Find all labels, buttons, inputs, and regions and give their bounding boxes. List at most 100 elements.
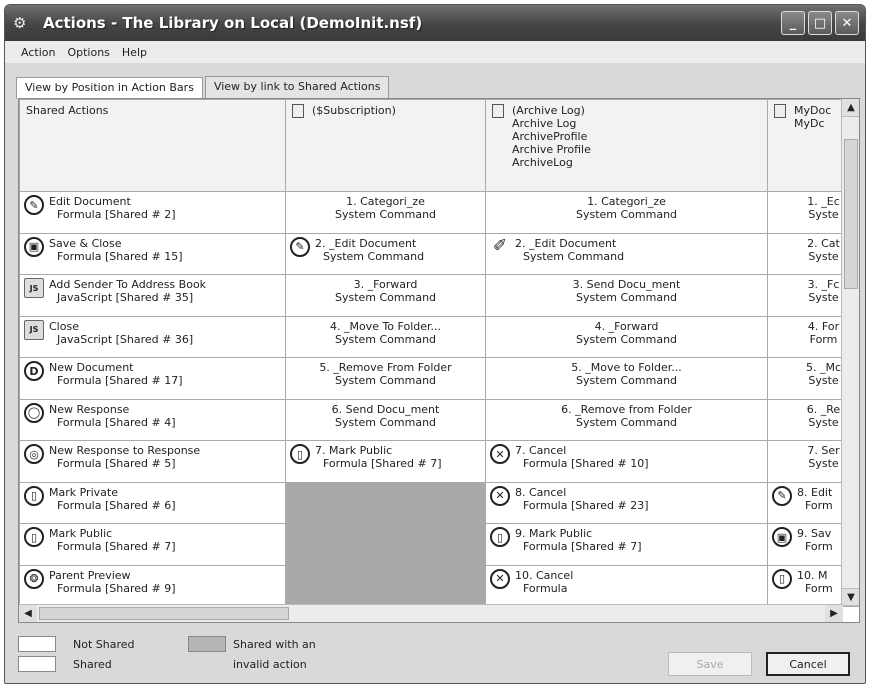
action-type: System Command: [334, 374, 437, 387]
action-name: 3. _Forward: [353, 278, 418, 291]
action-cell[interactable]: ▯ Mark Private Formula [Shared # 6]: [19, 481, 286, 524]
invalid-action-cell[interactable]: [285, 523, 486, 566]
action-name: 6. Send Docu_ment: [331, 402, 440, 416]
action-type: Formula [Shared # 9]: [57, 581, 176, 595]
action-icon: ✎: [24, 195, 44, 215]
action-type: Formula [Shared # 23]: [523, 498, 649, 512]
title-bar[interactable]: ⚙ Actions - The Library on Local (DemoIn…: [5, 5, 865, 41]
action-cell[interactable]: 4. _Forward System Command: [485, 315, 768, 358]
action-cell[interactable]: ✕ 10. Cancel Formula: [485, 564, 768, 607]
scroll-left-icon[interactable]: ◀: [19, 605, 37, 622]
view-tabs: View by Position in Action Bars View by …: [16, 76, 391, 99]
table-row: ▯ Mark Public Formula [Shared # 7] ▯ 9. Mark…: [19, 523, 859, 566]
action-cell[interactable]: ✐ 2. _Edit Document System Command: [485, 232, 768, 275]
action-name: Mark Private: [49, 485, 118, 499]
action-cell[interactable]: 1. Categori_ze System Command: [485, 191, 768, 234]
menu-help[interactable]: Help: [122, 46, 147, 59]
save-button[interactable]: Save: [668, 652, 752, 676]
invalid-action-cell[interactable]: [285, 481, 486, 524]
legend-invalid-line1: Shared with an: [233, 638, 316, 651]
close-button[interactable]: ✕: [835, 11, 859, 35]
action-cell[interactable]: ✕ 7. Cancel Formula [Shared # 10]: [485, 440, 768, 483]
action-type: System Command: [334, 415, 437, 429]
action-cell[interactable]: ▯ 7. Mark Public Formula [Shared # 7]: [285, 440, 486, 483]
action-cell[interactable]: ✎ Edit Document Formula [Shared # 2]: [19, 191, 286, 234]
column-header[interactable]: Shared Actions: [19, 99, 286, 192]
action-name: New Response to Response: [49, 444, 201, 457]
action-type: System Command: [575, 415, 678, 429]
action-icon: ▯: [772, 568, 792, 589]
action-type: Formula [Shared # 17]: [57, 374, 183, 387]
action-name: Add Sender To Address Book: [49, 278, 207, 291]
action-icon: ◎: [24, 444, 44, 464]
action-icon: ✎: [290, 236, 310, 257]
action-cell[interactable]: ✎ 2. _Edit Document System Command: [285, 232, 486, 275]
view-icon: [774, 104, 786, 118]
action-cell[interactable]: ▯ Mark Public Formula [Shared # 7]: [19, 523, 286, 566]
menu-action[interactable]: Action: [21, 46, 55, 59]
invalid-action-cell[interactable]: [285, 564, 486, 607]
tab-view-by-link[interactable]: View by link to Shared Actions: [204, 76, 390, 98]
window-title: Actions - The Library on Local (DemoInit…: [43, 14, 423, 32]
column-header[interactable]: ($Subscription): [285, 99, 486, 192]
action-name: 1. Categori_ze: [587, 195, 666, 208]
action-name: New Response: [49, 402, 130, 416]
action-name: Save & Close: [49, 236, 122, 250]
action-icon: ▯: [24, 527, 44, 547]
action-icon: ✕: [490, 485, 510, 506]
action-cell[interactable]: ◯ New Response Formula [Shared # 4]: [19, 398, 286, 441]
action-cell[interactable]: ❂ Parent Preview Formula [Shared # 9]: [19, 564, 286, 607]
action-cell[interactable]: JS Add Sender To Address Book JavaScript […: [19, 274, 286, 317]
action-cell[interactable]: ▯ 9. Mark Public Formula [Shared # 7]: [485, 523, 768, 566]
action-icon: ✎: [772, 485, 792, 506]
vertical-scrollbar[interactable]: ▲ ▼: [841, 99, 859, 606]
action-icon: D: [24, 361, 44, 381]
view-icon: [492, 104, 504, 118]
table-row: ▯ Mark Private Formula [Shared # 6] ✕ 8. Can…: [19, 481, 859, 524]
action-cell[interactable]: ◎ New Response to Response Formula [Shared…: [19, 440, 286, 483]
column-title: MyDoc: [794, 104, 832, 117]
action-cell[interactable]: D New Document Formula [Shared # 17]: [19, 357, 286, 400]
column-alias: ArchiveLog: [512, 156, 573, 169]
action-type: Formula [Shared # 7]: [523, 540, 642, 553]
maximize-button[interactable]: □: [808, 11, 832, 35]
action-icon: ✐: [490, 236, 510, 257]
action-cell[interactable]: 3. _Forward System Command: [285, 274, 486, 317]
action-type: Formula [Shared # 15]: [57, 249, 183, 263]
action-cell[interactable]: JS Close JavaScript [Shared # 36]: [19, 315, 286, 358]
action-name: 7. Mark Public: [315, 444, 393, 457]
minimize-button[interactable]: _: [781, 11, 805, 35]
horizontal-scroll-thumb[interactable]: [39, 607, 289, 620]
scroll-up-icon[interactable]: ▲: [842, 99, 859, 117]
action-icon: ▯: [290, 444, 310, 464]
action-cell[interactable]: 1. Categori_ze System Command: [285, 191, 486, 234]
action-type: System Command: [575, 332, 678, 346]
action-cell[interactable]: ✕ 8. Cancel Formula [Shared # 23]: [485, 481, 768, 524]
scroll-down-icon[interactable]: ▼: [842, 588, 859, 606]
column-alias: MyDc: [794, 117, 825, 130]
scroll-right-icon[interactable]: ▶: [825, 605, 843, 622]
column-header[interactable]: (Archive Log) Archive Log ArchiveProfile Ar…: [485, 99, 768, 192]
action-cell[interactable]: 3. Send Docu_ment System Command: [485, 274, 768, 317]
action-cell[interactable]: 4. _Move To Folder... System Command: [285, 315, 486, 358]
action-type: System Command: [334, 332, 437, 346]
action-type: Formula [Shared # 4]: [57, 415, 176, 429]
column-alias: Archive Profile: [512, 143, 591, 156]
column-title: (Archive Log): [512, 104, 585, 117]
cancel-button[interactable]: Cancel: [766, 652, 850, 676]
table-row: ❂ Parent Preview Formula [Shared # 9] ✕ 10. …: [19, 564, 859, 607]
action-type: System Command: [523, 249, 625, 263]
menu-options[interactable]: Options: [67, 46, 109, 59]
action-name: 5. _Move to Folder...: [571, 361, 682, 374]
table-row: ✎ Edit Document Formula [Shared # 2] 1. Cat…: [19, 191, 859, 234]
action-cell[interactable]: 5. _Remove From Folder System Command: [285, 357, 486, 400]
horizontal-scrollbar[interactable]: ◀ ▶: [19, 604, 843, 622]
table-row: ▣ Save & Close Formula [Shared # 15] ✎ 2. _E…: [19, 232, 859, 275]
action-cell[interactable]: 5. _Move to Folder... System Command: [485, 357, 768, 400]
action-cell[interactable]: 6. Send Docu_ment System Command: [285, 398, 486, 441]
not-shared-swatch: [18, 636, 56, 652]
vertical-scroll-thumb[interactable]: [844, 139, 858, 289]
action-cell[interactable]: ▣ Save & Close Formula [Shared # 15]: [19, 232, 286, 275]
tab-view-by-position[interactable]: View by Position in Action Bars: [16, 77, 203, 99]
action-cell[interactable]: 6. _Remove from Folder System Command: [485, 398, 768, 441]
